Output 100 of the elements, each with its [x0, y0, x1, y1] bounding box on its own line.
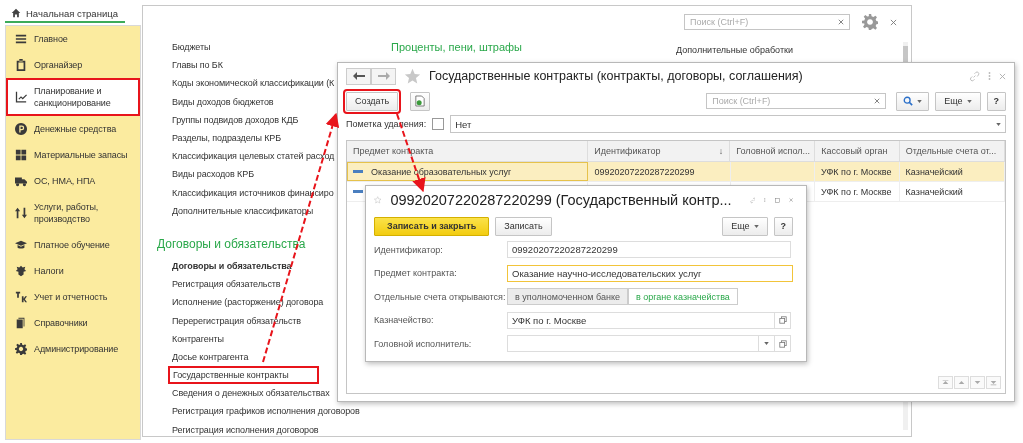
scroll-top-button[interactable] — [938, 376, 953, 389]
sidebar-item[interactable]: Учет и отчетность — [6, 284, 140, 310]
close-icon[interactable] — [999, 72, 1006, 80]
star-icon[interactable] — [374, 193, 382, 207]
field-label: Отдельные счета открываются: — [374, 291, 507, 302]
item-icon — [353, 169, 363, 174]
table-cell: УФК по г. Москве — [821, 186, 892, 197]
maximize-icon[interactable] — [775, 195, 780, 205]
save-and-close-button[interactable]: Записать и закрыть — [374, 216, 490, 236]
menu-link[interactable]: Досье контрагента — [172, 351, 249, 362]
menu-link[interactable]: Дополнительные обработки — [676, 45, 793, 55]
menu-link[interactable]: Коды экономической классификации (К — [172, 78, 335, 89]
save-button[interactable]: Записать — [495, 216, 552, 236]
settings-icon[interactable] — [862, 14, 878, 30]
caret-icon[interactable] — [764, 342, 769, 346]
close-icon[interactable] — [890, 18, 897, 26]
menu-link[interactable]: Классификация целевых статей расход — [172, 151, 335, 162]
books-icon — [15, 317, 27, 329]
table-row[interactable]: Оказание образовательных услуг 09920207220287220299 УФК по г. Москве Казначейский — [347, 162, 1005, 182]
menu-link[interactable]: Перерегистрация обязательств — [172, 315, 302, 326]
menu-link[interactable]: Классификация источников финансиро — [172, 187, 334, 198]
link-icon[interactable] — [969, 70, 980, 82]
scroll-down-button[interactable] — [970, 376, 985, 389]
sidebar-item[interactable]: Планирование и санкционирование — [6, 78, 140, 116]
open-icon[interactable] — [778, 316, 787, 325]
menu-link[interactable]: Разделы, подразделы КРБ — [172, 133, 282, 144]
triangle-icon — [974, 379, 981, 386]
field-label: Предмет контракта: — [374, 268, 458, 279]
more-icon[interactable] — [988, 71, 991, 81]
input-field[interactable]: Оказание научно-исследовательских услуг — [507, 264, 793, 282]
star-icon[interactable] — [404, 67, 421, 85]
filter-field[interactable]: Нет — [450, 115, 1006, 133]
sidebar-item[interactable]: Платное обучение — [6, 232, 140, 258]
sidebar-item[interactable]: Органайзер — [6, 52, 140, 78]
field-label: Идентификатор: — [374, 244, 444, 255]
search-button[interactable] — [896, 91, 930, 111]
menu-link[interactable]: Главы по БК — [172, 60, 223, 71]
sidebar-item[interactable]: Главное — [6, 26, 140, 52]
field-value: Нет — [455, 118, 472, 130]
input-field[interactable] — [507, 335, 791, 353]
create-button[interactable]: Создать — [346, 91, 399, 111]
menu-link[interactable]: Группы подвидов доходов КДБ — [172, 114, 299, 125]
clear-icon[interactable] — [874, 98, 881, 104]
menu-link[interactable]: Исполнение (расторжение) договора — [172, 297, 324, 308]
more-button[interactable]: Еще — [935, 91, 981, 111]
sidebar-item[interactable]: Администрирование — [6, 336, 140, 362]
sidebar-item[interactable]: Справочники — [6, 310, 140, 336]
house-icon — [11, 8, 21, 18]
caret-icon — [966, 99, 972, 103]
column-header[interactable]: Кассовый орган — [821, 146, 888, 156]
caret-icon[interactable] — [996, 122, 1001, 126]
search-icon — [903, 96, 914, 106]
sort-indicator[interactable]: ↓ — [718, 146, 724, 156]
caret-icon — [917, 99, 923, 103]
table-cell: УФК по г. Москве — [821, 166, 892, 177]
clear-icon[interactable] — [838, 19, 844, 25]
sidebar-item[interactable]: Материальные запасы — [6, 142, 140, 168]
back-button[interactable] — [346, 67, 371, 85]
truck-icon — [15, 175, 27, 187]
sidebar-item[interactable]: ОС, НМА, НПА — [6, 168, 140, 194]
more-button[interactable]: Еще — [722, 216, 768, 236]
toggle-option[interactable]: в уполномоченном банке — [507, 288, 628, 306]
column-header[interactable]: Идентификатор — [594, 146, 661, 156]
menu-link[interactable]: Договоры и обязательства — [172, 260, 292, 271]
caret-icon — [753, 224, 759, 228]
checkbox[interactable] — [432, 118, 445, 130]
menu-link[interactable]: Контрагенты — [172, 333, 224, 344]
menu-link[interactable]: Регистрация обязательств — [172, 279, 281, 290]
ledger-icon — [15, 291, 27, 303]
menu-link[interactable]: Дополнительные классификаторы — [172, 205, 314, 216]
coin-icon — [15, 123, 27, 135]
open-icon[interactable] — [778, 339, 787, 348]
sidebar-item[interactable]: Услуги, работы, производство — [6, 194, 140, 232]
settings-icon — [15, 343, 27, 355]
column-header[interactable]: Головной испол... — [736, 146, 810, 156]
triangle-icon — [958, 379, 965, 386]
menu-link[interactable]: Регистрация графиков исполнения договоров — [172, 406, 360, 417]
input-field[interactable]: УФК по г. Москве — [507, 311, 791, 329]
table-cell: Оказание образовательных услуг — [371, 166, 512, 177]
scroll-bottom-button[interactable] — [986, 376, 1001, 389]
home-tab[interactable]: Начальная страница — [5, 5, 125, 23]
help-button[interactable]: ? — [773, 216, 793, 236]
scroll-up-button[interactable] — [954, 376, 969, 389]
menu-link[interactable]: Сведения о денежных обязательствах — [172, 388, 330, 399]
menu-link[interactable]: Виды расходов КРБ — [172, 169, 254, 180]
close-icon[interactable] — [788, 196, 793, 204]
triangle-icon — [942, 379, 949, 386]
sidebar-item[interactable]: Налоги — [6, 258, 140, 284]
table-cell: Казначейский — [905, 166, 963, 177]
menu-link[interactable]: Виды доходов бюджетов — [172, 96, 274, 107]
column-header[interactable]: Отдельные счета от... — [905, 146, 997, 156]
input-field[interactable]: 09920207220287220299 — [507, 241, 791, 259]
link-icon[interactable] — [749, 194, 756, 206]
up-down-arrows-icon — [15, 207, 27, 219]
sidebar-item[interactable]: Денежные средства — [6, 116, 140, 142]
grid-icon — [15, 149, 27, 161]
menu-link[interactable]: Регистрация исполнения договоров — [172, 424, 319, 435]
report-button[interactable] — [410, 91, 431, 111]
help-button[interactable]: ? — [986, 91, 1006, 111]
menu-link[interactable]: Бюджеты — [172, 42, 211, 53]
